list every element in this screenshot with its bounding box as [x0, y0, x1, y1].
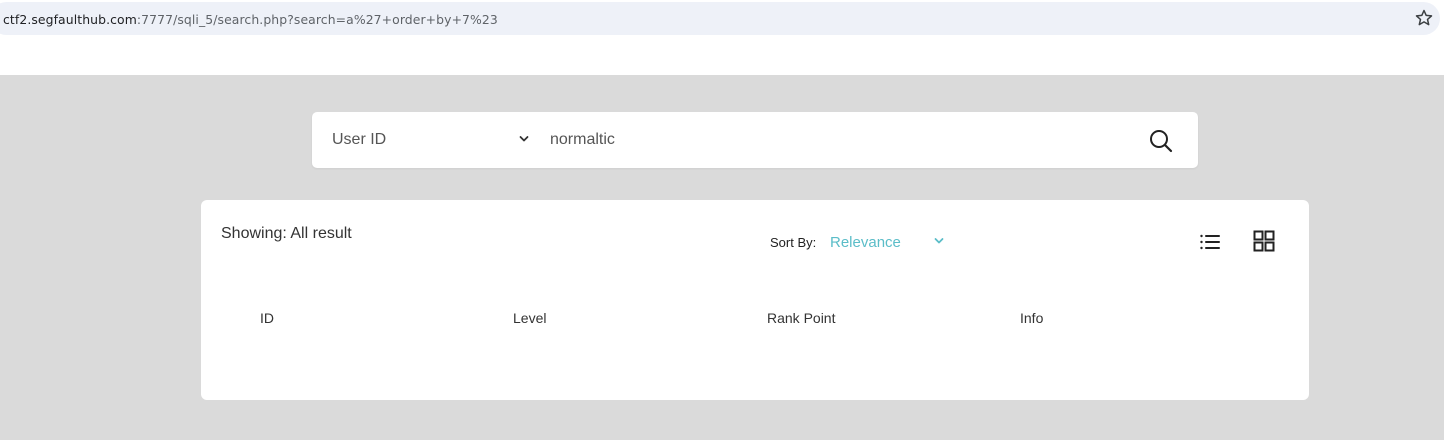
- column-header-rank-point: Rank Point: [767, 310, 836, 326]
- search-field-selected[interactable]: User ID: [332, 131, 386, 149]
- url-host: ctf2.segfaulthub.com: [3, 12, 137, 27]
- toolbar-spacer: [0, 37, 1444, 75]
- sort-by-label: Sort By:: [770, 235, 817, 250]
- column-header-id: ID: [260, 310, 274, 326]
- page-content: User ID Showing: All result Sort By: Rel…: [0, 75, 1444, 440]
- url-field[interactable]: ctf2.segfaulthub.com:7777/sqli_5/search.…: [0, 2, 1440, 35]
- search-icon[interactable]: [1148, 128, 1174, 154]
- column-header-level: Level: [513, 310, 547, 326]
- search-bar: User ID: [312, 112, 1198, 168]
- chevron-down-icon[interactable]: [517, 132, 531, 146]
- browser-address-bar: ctf2.segfaulthub.com:7777/sqli_5/search.…: [0, 0, 1444, 37]
- column-header-info: Info: [1020, 310, 1044, 326]
- chevron-down-icon[interactable]: [933, 235, 945, 247]
- url-path: :7777/sqli_5/search.php?search=a%27+orde…: [136, 12, 498, 27]
- search-input[interactable]: [541, 122, 1131, 158]
- results-card: Showing: All result Sort By: Relevance I…: [201, 200, 1309, 400]
- grid-view-icon[interactable]: [1252, 229, 1276, 253]
- sort-by-select[interactable]: Relevance: [830, 234, 901, 251]
- list-view-icon[interactable]: [1198, 230, 1222, 254]
- bookmark-star-icon[interactable]: [1414, 8, 1434, 28]
- showing-text: Showing: All result: [221, 225, 352, 242]
- url-text[interactable]: ctf2.segfaulthub.com:7777/sqli_5/search.…: [3, 12, 498, 27]
